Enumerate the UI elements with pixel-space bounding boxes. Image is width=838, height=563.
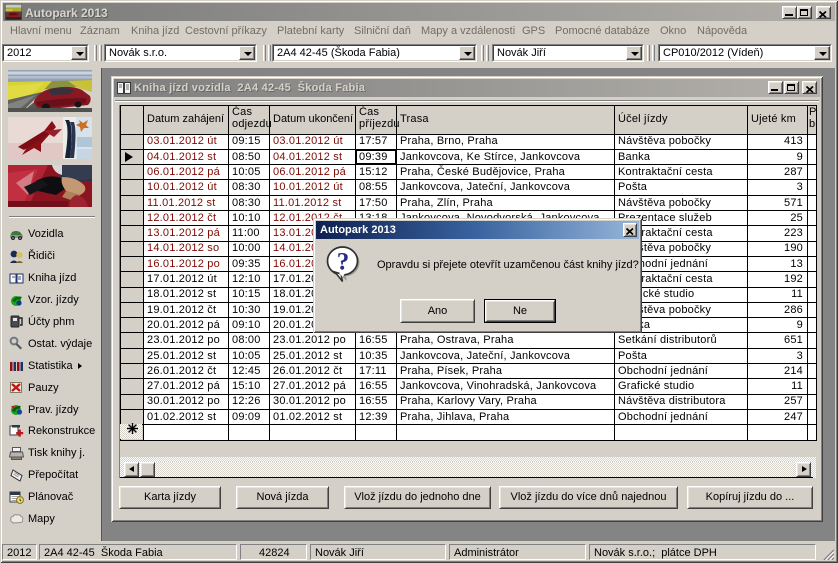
- svg-text:?: ?: [337, 249, 350, 276]
